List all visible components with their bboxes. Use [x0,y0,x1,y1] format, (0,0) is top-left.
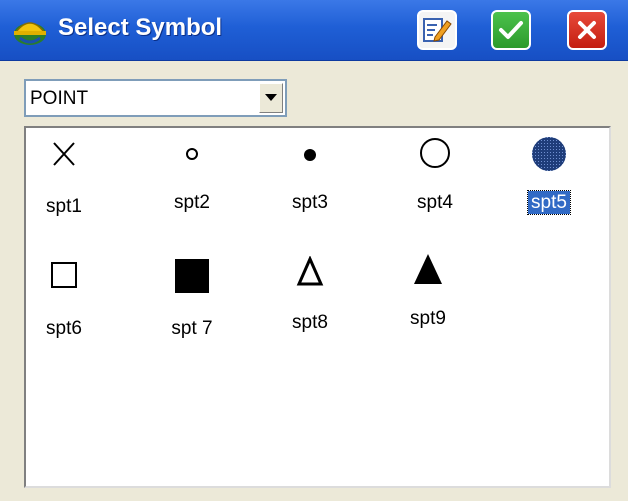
symbol-label: spt3 [292,192,328,213]
symbol-label: spt6 [46,318,82,339]
symbol-list[interactable]: spt1 spt2 spt3 spt4 spt5 spt6 spt 7 spt8… [24,126,611,488]
symbol-label: spt5 [527,190,571,215]
symbol-label: spt9 [410,308,446,329]
symbol-item-spt5[interactable]: spt5 [509,136,589,226]
symbol-item-spt3[interactable]: spt3 [270,136,350,226]
symbol-item-spt1[interactable]: spt1 [24,136,104,226]
small-circle-outline-icon [186,148,198,160]
ok-button[interactable] [491,10,531,50]
symbol-item-spt9[interactable]: spt9 [388,254,468,346]
edit-icon [423,18,452,42]
chevron-down-icon [265,94,277,101]
symbol-label: spt1 [46,196,82,217]
filled-square-icon [175,259,209,293]
close-icon [578,21,596,39]
symbol-label: spt2 [174,192,210,213]
triangle-outline-icon [296,256,324,286]
symbol-type-select[interactable]: POINT [24,79,287,117]
edit-button[interactable] [417,10,457,50]
symbol-item-spt2[interactable]: spt2 [152,136,232,226]
filled-triangle-icon [414,254,442,284]
large-filled-circle-icon [532,137,566,171]
checkmark-icon [499,21,523,39]
title-bar: Select Symbol [0,0,628,61]
symbol-label: spt4 [417,192,453,213]
symbol-label: spt8 [292,312,328,333]
window-title: Select Symbol [58,14,223,41]
large-circle-outline-icon [420,138,450,168]
symbol-label-selected: spt5 [509,190,589,215]
dropdown-button[interactable] [259,83,283,113]
app-logo-icon [10,12,50,48]
x-mark-icon [53,142,75,166]
symbol-label: spt 7 [171,318,213,339]
symbol-type-value: POINT [30,88,89,109]
symbol-item-spt6[interactable]: spt6 [24,256,104,346]
symbol-item-spt7[interactable]: spt 7 [152,256,232,346]
cancel-button[interactable] [567,10,607,50]
symbol-item-spt4[interactable]: spt4 [395,136,475,226]
small-filled-circle-icon [304,149,316,161]
symbol-item-spt8[interactable]: spt8 [270,256,350,346]
square-outline-icon [51,262,77,288]
